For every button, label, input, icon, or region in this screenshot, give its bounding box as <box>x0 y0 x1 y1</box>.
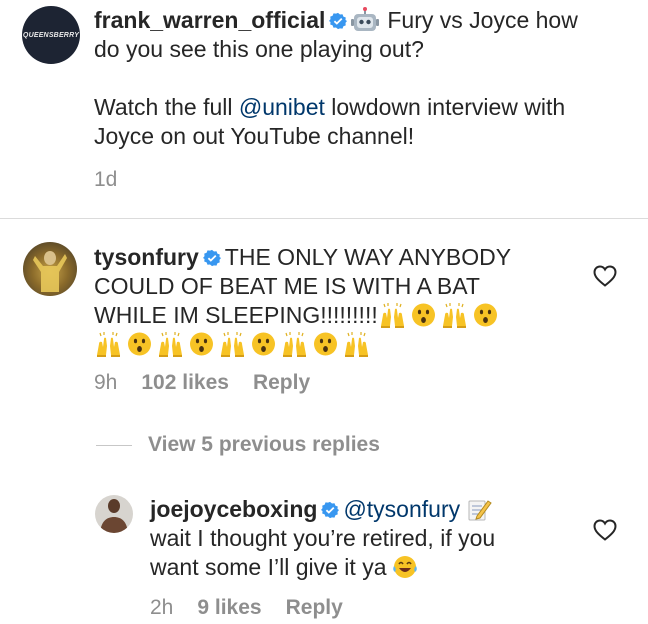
comment-meta: 9h 102 likes Reply <box>94 371 334 395</box>
raising-hands-emoji-icon <box>97 332 120 357</box>
emoji-row-1 <box>378 302 502 328</box>
tysonfury-comment: tysonfury THE ONLY WAY ANYBODY COULD OF B… <box>94 243 574 359</box>
comment-text-line-1: THE ONLY WAY ANYBODY <box>224 244 512 270</box>
post-timestamp: 1d <box>94 168 118 191</box>
robot-emoji-icon <box>351 7 380 31</box>
joejoyce-reply: joejoyceboxing @tysonfury wait I thought … <box>150 495 580 582</box>
verified-badge-icon <box>329 12 348 30</box>
raising-hands-emoji-icon <box>345 332 368 357</box>
caption-line-3-post: lowdown interview with <box>324 94 566 120</box>
laughing-tears-emoji-icon <box>393 556 418 578</box>
caption-line-3-pre: Watch the full <box>94 94 239 120</box>
caption-line-1: Fury vs Joyce how <box>387 7 578 33</box>
raising-hands-emoji-icon <box>380 303 404 328</box>
memo-emoji-icon <box>468 500 492 521</box>
frank-warren-avatar[interactable]: QUEENSBERRY <box>22 6 80 64</box>
unibet-mention-link[interactable]: @unibet <box>239 94 325 120</box>
joejoyceboxing-username[interactable]: joejoyceboxing <box>150 496 317 522</box>
comment-text-line-2: COULD OF BEAT ME IS WITH A BAT <box>94 273 480 299</box>
hushed-face-emoji-icon <box>314 332 337 356</box>
hushed-face-emoji-icon <box>128 332 151 356</box>
replies-line <box>96 445 132 446</box>
reply-timestamp: 2h <box>150 596 174 619</box>
caption-line-4: Joyce on out YouTube channel! <box>94 123 415 149</box>
joejoyceboxing-avatar[interactable] <box>95 495 133 533</box>
comment-text-line-3: WHILE IM SLEEPING!!!!!!!!! <box>94 302 378 328</box>
raising-hands-emoji-icon <box>221 332 244 357</box>
like-heart-icon[interactable] <box>593 265 617 287</box>
reply-meta: 2h 9 likes Reply <box>150 596 367 620</box>
reply-likes[interactable]: 9 likes <box>197 596 261 619</box>
comment-likes[interactable]: 102 likes <box>141 371 229 394</box>
hushed-face-emoji-icon <box>190 332 213 356</box>
tysonfury-avatar[interactable] <box>23 242 77 296</box>
caption-divider <box>0 218 648 219</box>
post-author-username[interactable]: frank_warren_official <box>94 7 325 33</box>
avatar-photo-icon <box>100 499 128 533</box>
hushed-face-emoji-icon <box>252 332 275 356</box>
comment-timestamp: 9h <box>94 371 118 394</box>
hushed-face-emoji-icon <box>473 303 497 327</box>
raising-hands-emoji-icon <box>442 303 466 328</box>
caption-line-2: do you see this one playing out? <box>94 36 424 62</box>
verified-badge-icon <box>321 501 340 519</box>
view-previous-replies-button[interactable]: View 5 previous replies <box>148 433 380 457</box>
raising-hands-emoji-icon <box>283 332 306 357</box>
tysonfury-username[interactable]: tysonfury <box>94 244 199 270</box>
reply-button[interactable]: Reply <box>253 371 310 394</box>
emoji-row-2 <box>94 330 574 359</box>
like-heart-icon[interactable] <box>593 519 617 541</box>
avatar-logo-text: QUEENSBERRY <box>22 31 80 39</box>
reply-text-line-1: wait I thought you’re retired, if you <box>150 525 496 551</box>
raising-hands-emoji-icon <box>159 332 182 357</box>
tysonfury-mention-link[interactable]: @tysonfury <box>343 496 460 522</box>
reply-text-line-2: want some I’ll give it ya <box>150 554 387 580</box>
avatar-photo-icon <box>33 251 67 292</box>
reply-button[interactable]: Reply <box>286 596 343 619</box>
hushed-face-emoji-icon <box>411 303 435 327</box>
post-caption: frank_warren_official Fury vs Joyce how d… <box>94 6 634 151</box>
verified-badge-icon <box>202 249 221 267</box>
